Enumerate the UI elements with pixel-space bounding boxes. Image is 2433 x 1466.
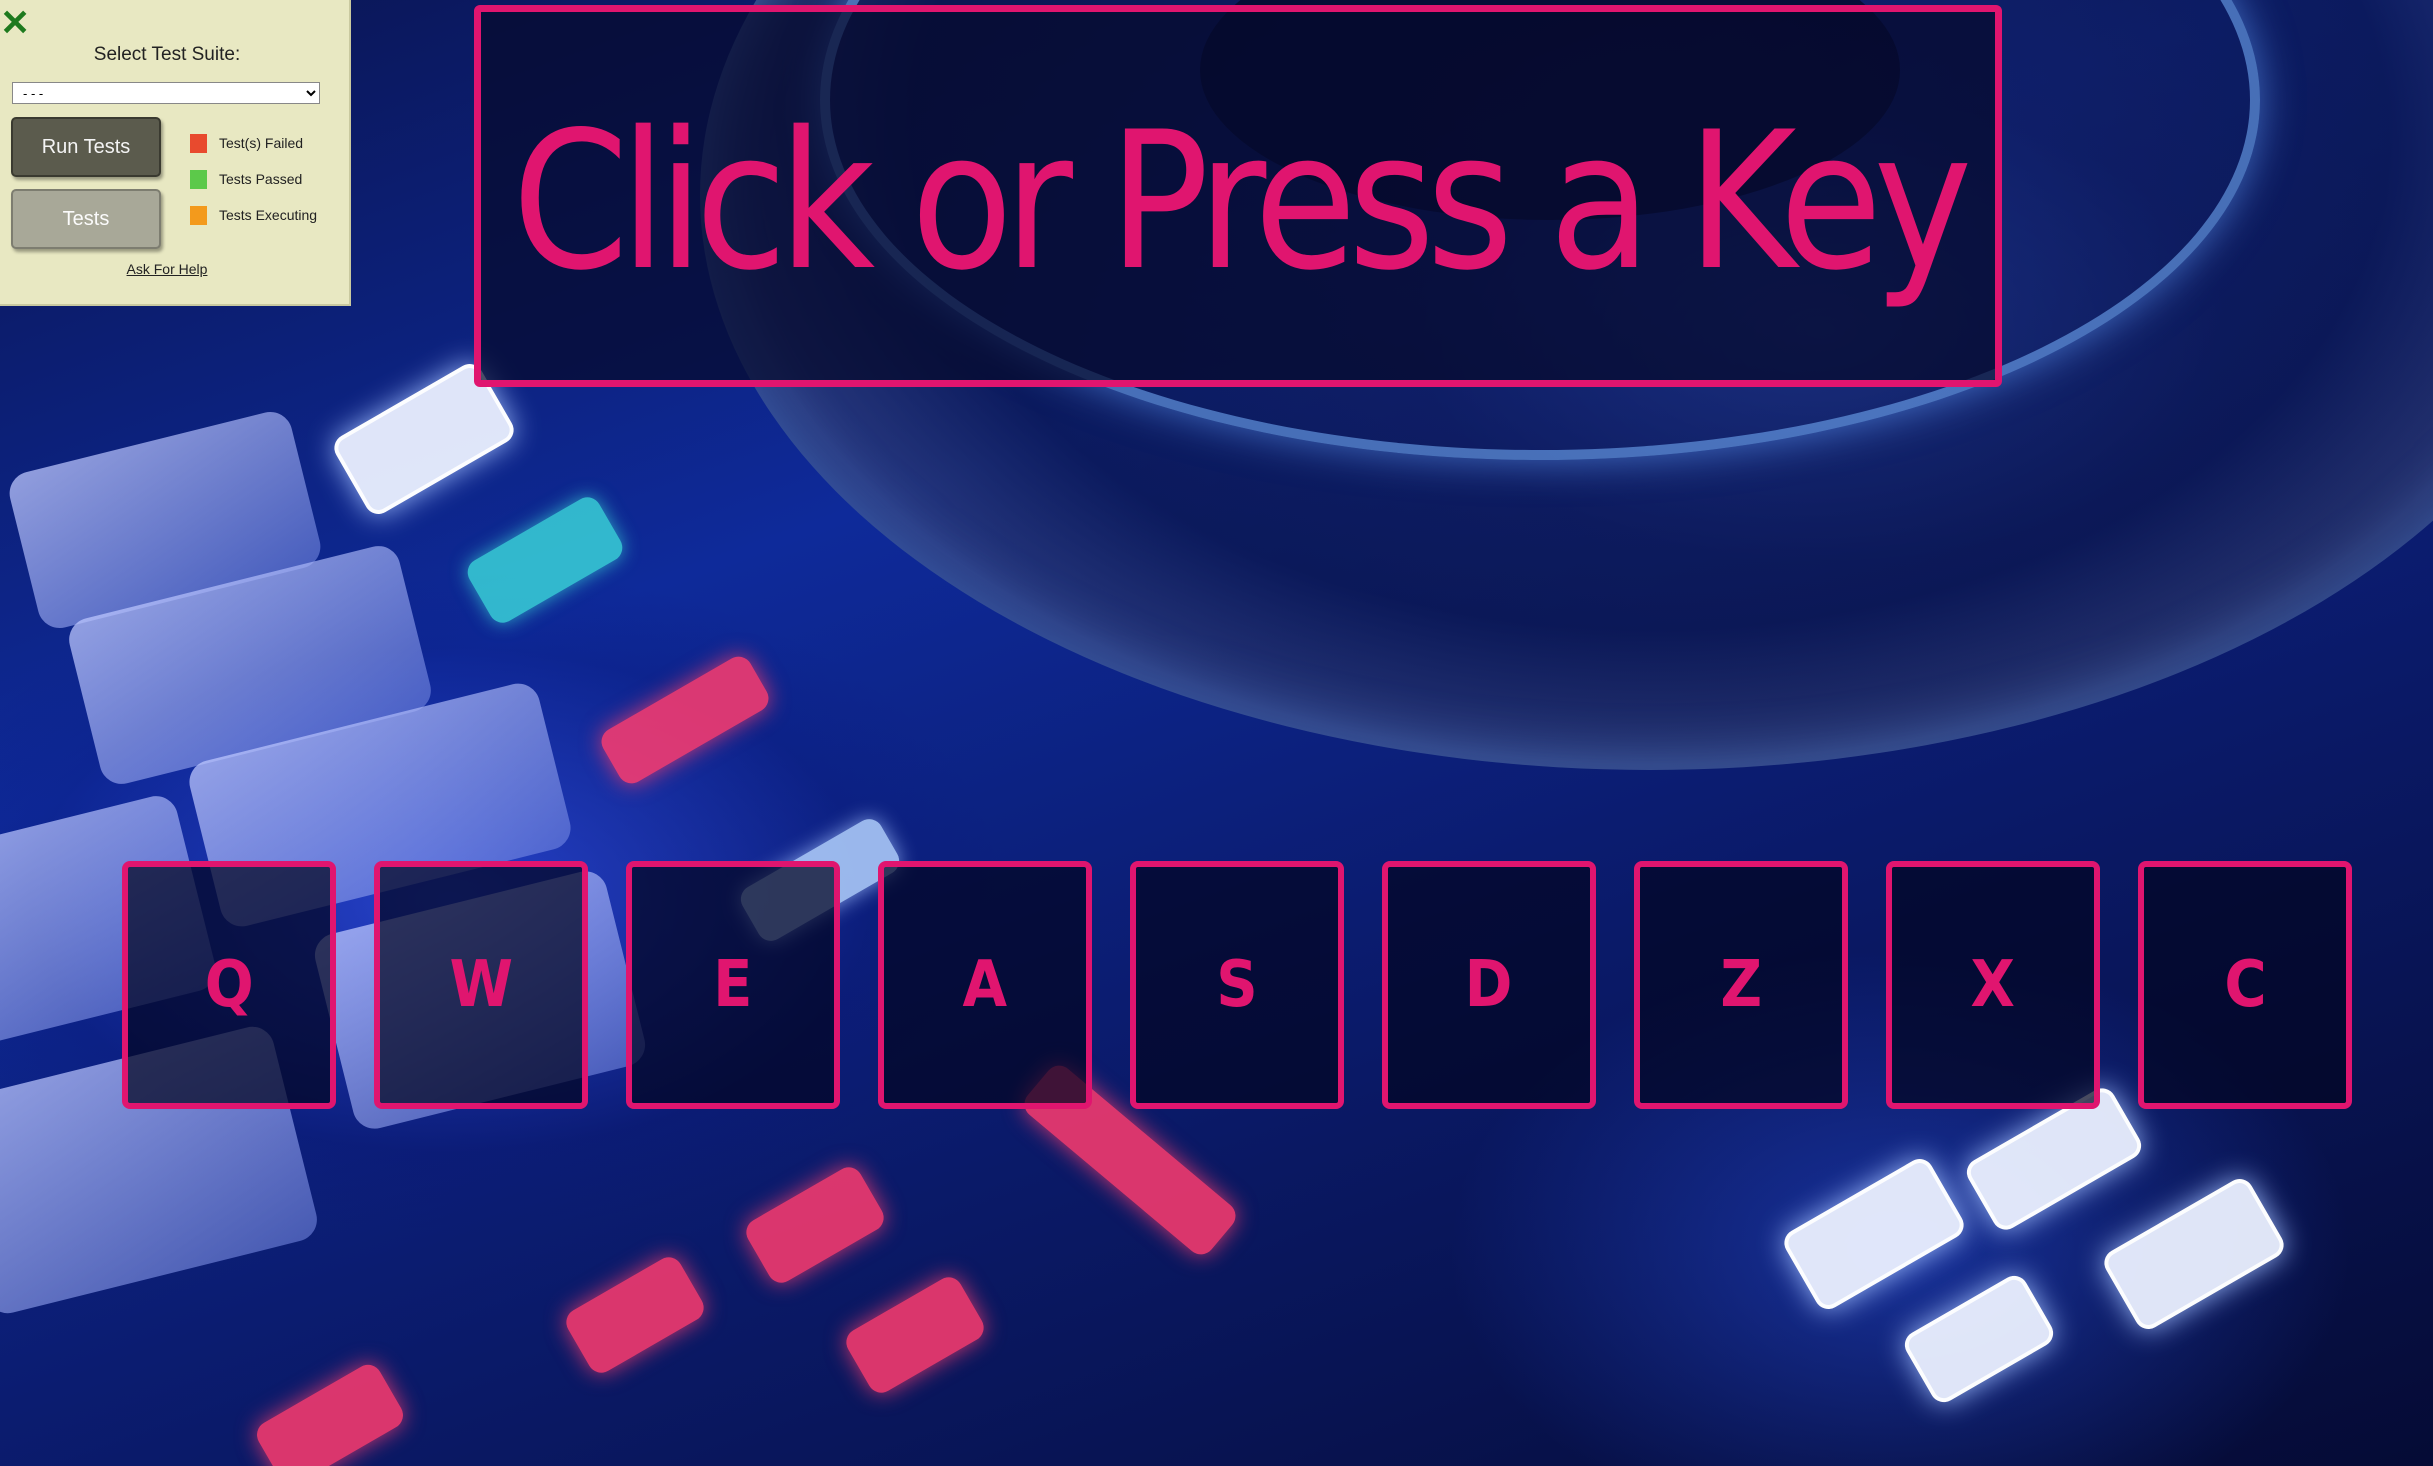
drum-key-x[interactable]: X bbox=[1886, 861, 2100, 1109]
drum-key-e[interactable]: E bbox=[626, 861, 840, 1109]
drum-key-label: C bbox=[2223, 948, 2267, 1022]
drum-kit-app: ✕ Select Test Suite: - - - Run Tests Tes… bbox=[0, 0, 2433, 1466]
executing-swatch-icon bbox=[190, 205, 207, 225]
drum-key-s[interactable]: S bbox=[1130, 861, 1344, 1109]
passed-swatch-icon bbox=[190, 169, 207, 189]
close-icon[interactable]: ✕ bbox=[0, 5, 30, 41]
drum-key-label: Z bbox=[1720, 948, 1762, 1022]
prompt-text: Click or Press a Key bbox=[512, 90, 1972, 312]
drum-key-label: X bbox=[1970, 948, 2016, 1022]
drum-key-label: A bbox=[962, 948, 1008, 1022]
drum-key-z[interactable]: Z bbox=[1634, 861, 1848, 1109]
background-glow-button bbox=[841, 1272, 989, 1398]
drum-key-w[interactable]: W bbox=[374, 861, 588, 1109]
drum-keys-row: Q W E A S D Z X C bbox=[122, 861, 2354, 1109]
background-glow-button bbox=[1899, 1270, 2059, 1408]
drum-key-label: E bbox=[713, 948, 753, 1022]
background-glow-button bbox=[2099, 1173, 2289, 1335]
background-glow-button bbox=[1779, 1153, 1969, 1315]
background-glow-button bbox=[741, 1162, 889, 1288]
legend-passed: Tests Passed bbox=[190, 169, 302, 189]
ask-for-help-link[interactable]: Ask For Help bbox=[0, 261, 334, 277]
drum-key-label: W bbox=[449, 948, 513, 1022]
legend-executing: Tests Executing bbox=[190, 205, 317, 225]
legend-passed-label: Tests Passed bbox=[219, 171, 303, 187]
background-glow-button bbox=[251, 1359, 409, 1466]
prompt-banner[interactable]: Click or Press a Key bbox=[474, 5, 2002, 387]
drum-key-d[interactable]: D bbox=[1382, 861, 1596, 1109]
drum-key-q[interactable]: Q bbox=[122, 861, 336, 1109]
run-tests-button[interactable]: Run Tests bbox=[11, 117, 161, 177]
drum-key-label: D bbox=[1465, 948, 1513, 1022]
test-suite-select[interactable]: - - - bbox=[12, 82, 320, 104]
tests-button[interactable]: Tests bbox=[11, 189, 161, 249]
test-panel: ✕ Select Test Suite: - - - Run Tests Tes… bbox=[0, 0, 351, 306]
legend-failed-label: Test(s) Failed bbox=[219, 135, 304, 151]
drum-key-label: Q bbox=[204, 948, 254, 1022]
background-glow-button bbox=[596, 651, 774, 789]
background-glow-button bbox=[561, 1252, 709, 1378]
legend-executing-label: Tests Executing bbox=[219, 207, 318, 223]
drum-key-c[interactable]: C bbox=[2138, 861, 2352, 1109]
drum-key-a[interactable]: A bbox=[878, 861, 1092, 1109]
test-suite-label: Select Test Suite: bbox=[93, 44, 241, 65]
drum-key-label: S bbox=[1216, 948, 1258, 1022]
legend-failed: Test(s) Failed bbox=[190, 133, 303, 153]
background-glow-button bbox=[462, 492, 628, 628]
failed-swatch-icon bbox=[190, 133, 207, 153]
